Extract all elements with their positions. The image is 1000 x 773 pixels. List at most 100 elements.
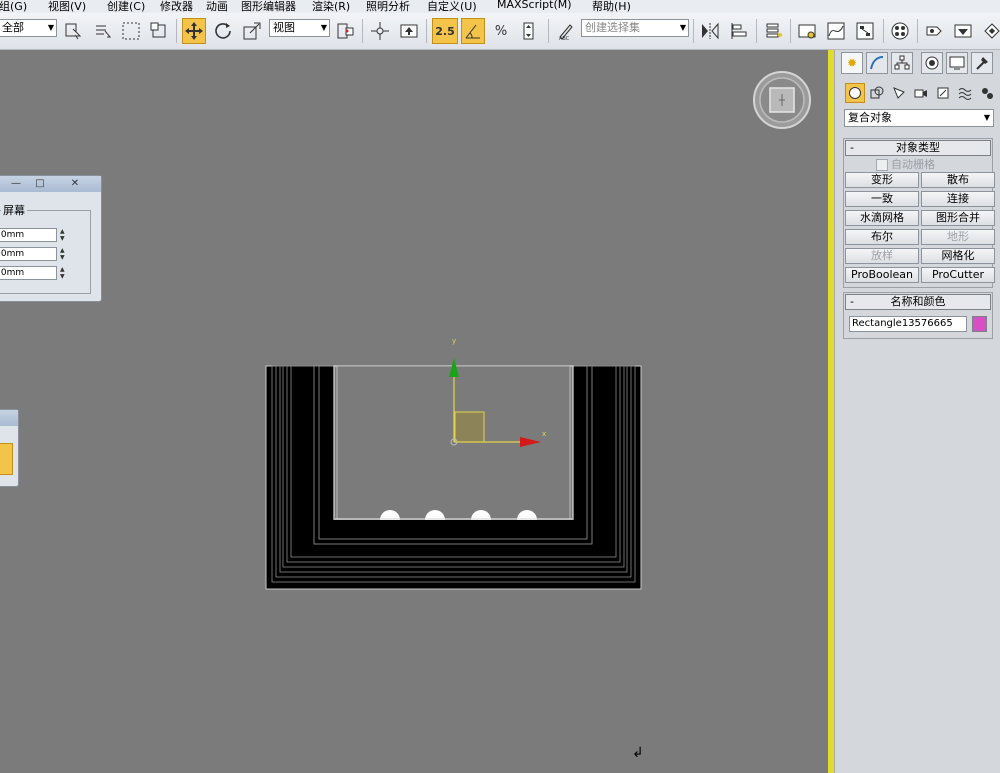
- menu-bar: 组(G) 视图(V) 创建(C) 修改器 动画 图形编辑器 渲染(R) 照明分析…: [0, 0, 1000, 13]
- chevron-down-icon: ▼: [320, 23, 327, 32]
- boolean-button[interactable]: 布尔: [845, 229, 919, 245]
- proboolean-button[interactable]: ProBoolean: [845, 267, 919, 283]
- object-type-rollout: - 对象类型 自动栅格 变形 散布 一致 连接 水滴网格 图形合并 布尔 地形 …: [843, 138, 995, 288]
- cameras-icon[interactable]: [911, 83, 931, 103]
- chevron-down-icon: ▼: [679, 23, 686, 32]
- conform-button[interactable]: 一致: [845, 191, 919, 207]
- motion-tab-icon[interactable]: [921, 52, 943, 74]
- helpers-icon[interactable]: [933, 83, 953, 103]
- spinner-arrows-icon[interactable]: ▲ ▼: [60, 228, 70, 242]
- curve-editor-icon[interactable]: [824, 18, 848, 44]
- menu-group[interactable]: 组(G): [0, 0, 27, 13]
- named-selection-placeholder: 创建选择集: [585, 21, 640, 34]
- toolbar-separator: [790, 19, 791, 43]
- spinner-arrows-icon[interactable]: ▲ ▼: [60, 266, 70, 280]
- shapemerge-button[interactable]: 图形合并: [921, 210, 995, 226]
- rendered-frame-window-icon[interactable]: [951, 18, 975, 44]
- mouse-cursor-icon: ↲: [632, 745, 644, 761]
- blobmesh-button[interactable]: 水滴网格: [845, 210, 919, 226]
- collapse-toggle[interactable]: -: [850, 295, 854, 308]
- space-warps-icon[interactable]: [955, 83, 975, 103]
- menu-graph-editors[interactable]: 图形编辑器: [241, 0, 296, 13]
- autogrid-checkbox-row[interactable]: 自动栅格: [844, 157, 992, 172]
- edit-named-selection-icon[interactable]: ABC: [554, 18, 578, 44]
- loft-button[interactable]: 放样: [845, 248, 919, 264]
- display-tab-icon[interactable]: [946, 52, 968, 74]
- terrain-button[interactable]: 地形: [921, 229, 995, 245]
- angle-snap-icon[interactable]: [461, 18, 485, 44]
- object-name-input[interactable]: Rectangle13576665: [849, 316, 967, 332]
- morph-button[interactable]: 变形: [845, 172, 919, 188]
- category-dropdown[interactable]: 复合对象 ▼: [844, 109, 994, 127]
- lights-icon[interactable]: [889, 83, 909, 103]
- dialog-group: 屏幕 .0mm ▲ ▼ .0mm ▲ ▼ .0mm ▲ ▼: [0, 202, 91, 294]
- minimize-icon[interactable]: —: [5, 178, 27, 190]
- shapes-icon[interactable]: [867, 83, 887, 103]
- spinner-arrows-icon[interactable]: ▲ ▼: [60, 247, 70, 261]
- menu-help[interactable]: 帮助(H): [592, 0, 631, 13]
- spinner-snap-icon[interactable]: [517, 18, 541, 44]
- select-and-move-icon[interactable]: [182, 18, 206, 44]
- procutter-button[interactable]: ProCutter: [921, 267, 995, 283]
- systems-icon[interactable]: [977, 83, 997, 103]
- layer-manager-icon[interactable]: [762, 18, 786, 44]
- object-type-header[interactable]: - 对象类型: [845, 140, 991, 156]
- select-by-name-icon[interactable]: [91, 18, 115, 44]
- render-setup-icon[interactable]: [922, 18, 946, 44]
- reference-coordinate-dropdown[interactable]: 视图 ▼: [269, 19, 330, 37]
- object-color-swatch[interactable]: [972, 316, 987, 332]
- percent-snap-icon[interactable]: %: [489, 18, 513, 44]
- spinner-field[interactable]: .0mm: [0, 247, 57, 261]
- window-crossing-icon[interactable]: [147, 18, 171, 44]
- collapse-toggle[interactable]: -: [850, 141, 854, 154]
- menu-animation[interactable]: 动画: [206, 0, 228, 13]
- graphite-tools-icon[interactable]: [795, 18, 819, 44]
- geometry-icon[interactable]: [845, 83, 865, 103]
- render-production-icon[interactable]: [980, 18, 1000, 44]
- modify-tab-icon[interactable]: [866, 52, 888, 74]
- snaps-toggle-icon[interactable]: 2.5: [432, 18, 458, 44]
- pivot-center-icon[interactable]: [333, 18, 357, 44]
- spinner-field[interactable]: .0mm: [0, 228, 57, 242]
- menu-create[interactable]: 创建(C): [107, 0, 145, 13]
- select-object-icon[interactable]: [61, 18, 85, 44]
- utilities-tab-icon[interactable]: [971, 52, 993, 74]
- manipulate-icon[interactable]: [397, 18, 421, 44]
- snap-value: 2.5: [435, 24, 455, 38]
- material-editor-icon[interactable]: [888, 18, 912, 44]
- select-and-scale-icon[interactable]: [240, 18, 264, 44]
- close-icon[interactable]: ✕: [61, 178, 89, 190]
- spinner-row: .0mm ▲ ▼: [0, 266, 87, 280]
- named-selection-dropdown[interactable]: 创建选择集 ▼: [581, 19, 689, 37]
- select-and-rotate-icon[interactable]: [211, 18, 235, 44]
- scatter-button[interactable]: 散布: [921, 172, 995, 188]
- mirror-icon[interactable]: [698, 18, 722, 44]
- perspective-viewport[interactable]: y x ↲: [0, 50, 831, 773]
- align-icon[interactable]: [727, 18, 751, 44]
- mesher-button[interactable]: 网格化: [921, 248, 995, 264]
- maximize-icon[interactable]: □: [29, 178, 51, 190]
- color-swatch-icon[interactable]: [0, 443, 13, 475]
- viewcube[interactable]: [752, 70, 812, 130]
- menu-modifiers[interactable]: 修改器: [160, 0, 193, 13]
- create-tab-icon[interactable]: ✹: [841, 52, 863, 74]
- menu-customize[interactable]: 自定义(U): [427, 0, 477, 13]
- menu-lighting-analysis[interactable]: 照明分析: [366, 0, 410, 13]
- toolbar-separator: [176, 19, 177, 43]
- autogrid-checkbox[interactable]: [876, 159, 888, 171]
- rectangular-selection-icon[interactable]: [119, 18, 143, 44]
- menu-rendering[interactable]: 渲染(R): [312, 0, 350, 13]
- spinner-field[interactable]: .0mm: [0, 266, 57, 280]
- chevron-down-icon: ▼: [47, 23, 54, 32]
- name-color-header[interactable]: - 名称和颜色: [845, 294, 991, 310]
- dialog-titlebar: — □ ✕: [0, 176, 101, 192]
- selection-filter-dropdown[interactable]: 全部 ▼: [0, 19, 57, 37]
- menu-maxscript[interactable]: MAXScript(M): [497, 0, 572, 11]
- name-color-rollout: - 名称和颜色 Rectangle13576665: [843, 292, 993, 339]
- name-color-title: 名称和颜色: [890, 295, 946, 308]
- select-and-link-icon[interactable]: [368, 18, 392, 44]
- schematic-view-icon[interactable]: [853, 18, 877, 44]
- hierarchy-tab-icon[interactable]: [891, 52, 913, 74]
- menu-view[interactable]: 视图(V): [48, 0, 86, 13]
- connect-button[interactable]: 连接: [921, 191, 995, 207]
